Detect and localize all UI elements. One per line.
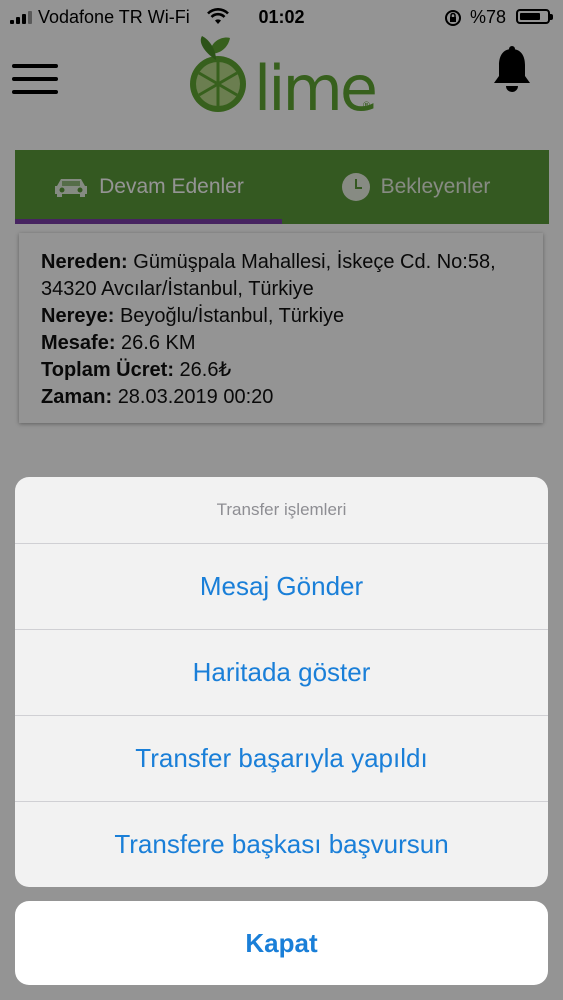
show-on-map-button[interactable]: Haritada göster (15, 630, 548, 716)
action-sheet-title: Transfer işlemleri (15, 477, 548, 544)
send-message-button[interactable]: Mesaj Gönder (15, 544, 548, 630)
action-sheet: Transfer işlemleri Mesaj Gönder Haritada… (15, 477, 548, 887)
transfer-completed-button[interactable]: Transfer başarıyla yapıldı (15, 716, 548, 802)
reassign-transfer-button[interactable]: Transfere başkası başvursun (15, 802, 548, 887)
close-button[interactable]: Kapat (15, 901, 548, 985)
